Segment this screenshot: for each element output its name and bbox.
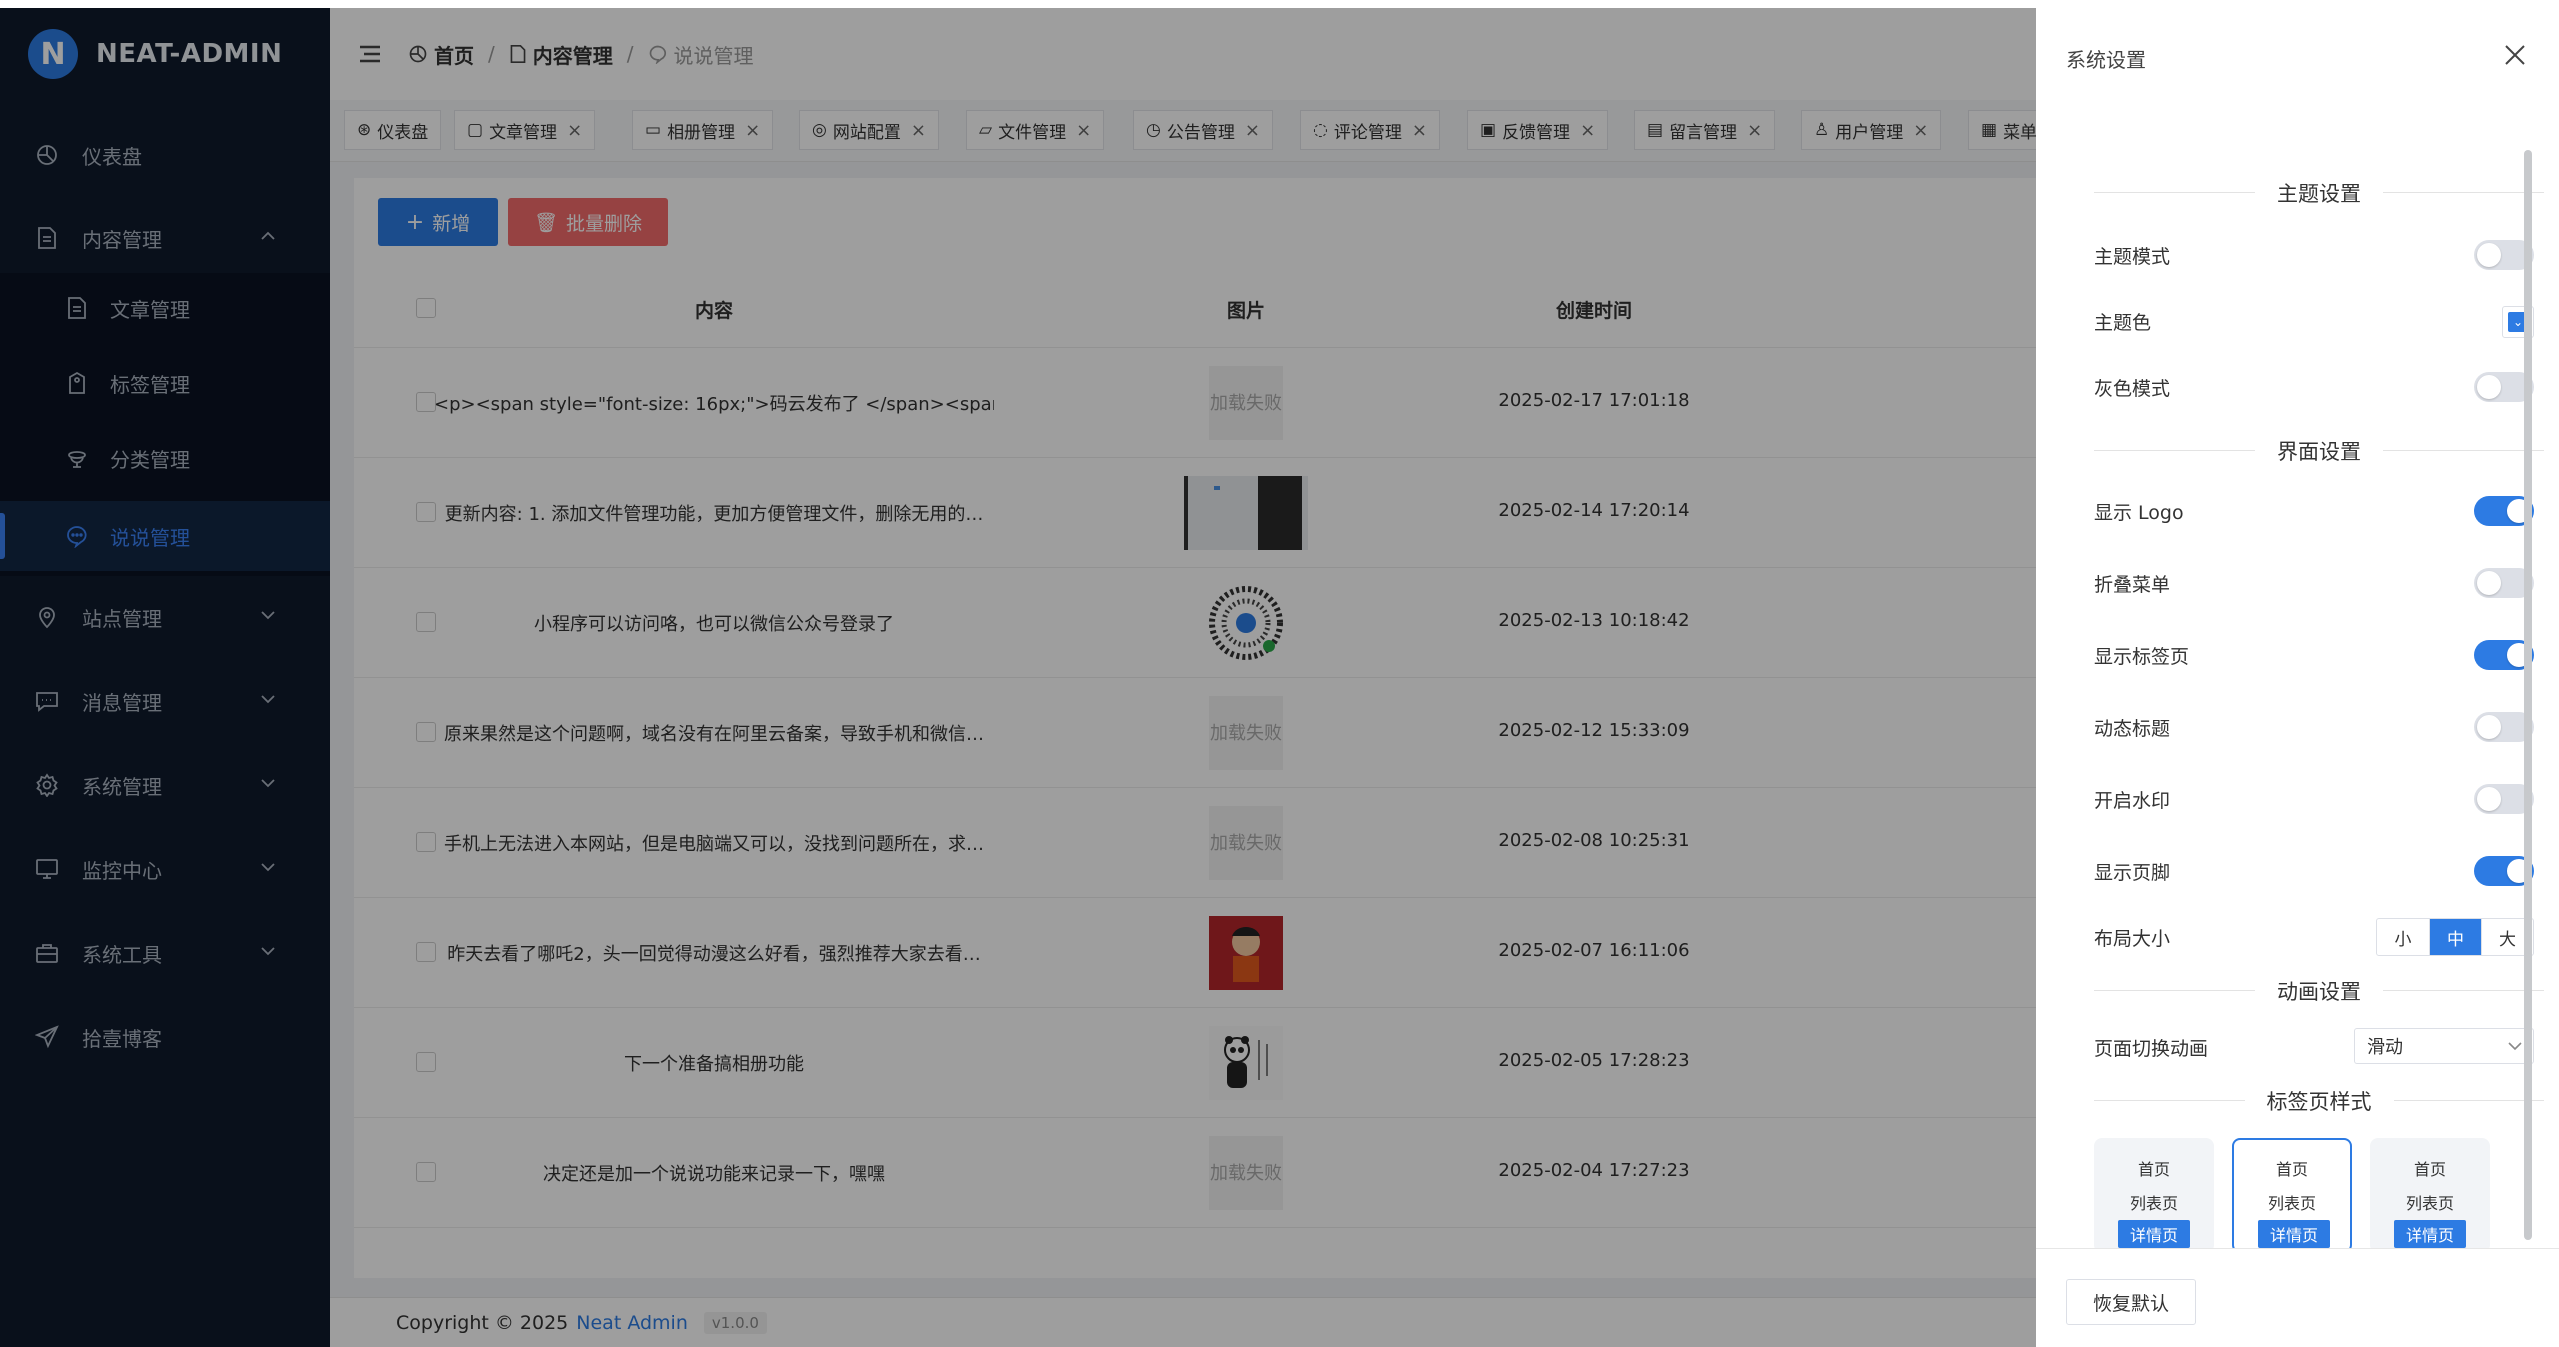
setting-label: 显示页脚 bbox=[2094, 862, 2171, 884]
chevron-down-icon bbox=[2508, 1042, 2522, 1051]
setting-label: 灰色模式 bbox=[2094, 378, 2171, 400]
section-animation: 动画设置 bbox=[2094, 976, 2544, 1006]
tab-style-pill: 详情页 bbox=[2258, 1220, 2330, 1248]
layout-size-medium[interactable]: 中 bbox=[2429, 919, 2481, 955]
setting-label: 开启水印 bbox=[2094, 790, 2171, 812]
section-tabstyle: 标签页样式 bbox=[2094, 1086, 2544, 1116]
setting-label: 页面切换动画 bbox=[2094, 1038, 2209, 1060]
drawer-title: 系统设置 bbox=[2066, 48, 2146, 72]
drawer-scrollbar[interactable] bbox=[2524, 150, 2532, 1240]
tab-style-label: 首页 bbox=[2275, 1160, 2308, 1179]
tab-style-label: 首页 bbox=[2413, 1160, 2446, 1179]
reset-default-button[interactable]: 恢复默认 bbox=[2066, 1279, 2196, 1325]
setting-page-animation: 页面切换动画 滑动 bbox=[2094, 1028, 2534, 1064]
drawer-footer: 恢复默认 bbox=[2036, 1248, 2559, 1347]
tab-style-label: 列表页 bbox=[2405, 1194, 2454, 1213]
setting-layout-size: 布局大小 小 中 大 bbox=[2094, 918, 2534, 956]
tab-style-option-2[interactable]: 首页 列表页 详情页 bbox=[2232, 1138, 2352, 1253]
close-icon[interactable] bbox=[2502, 42, 2528, 68]
setting-show-footer: 显示页脚 bbox=[2094, 852, 2534, 888]
setting-label: 显示 Logo bbox=[2094, 502, 2184, 524]
section-title: 动画设置 bbox=[2255, 980, 2383, 1004]
drawer-mask[interactable] bbox=[0, 8, 2036, 1347]
setting-gray-mode: 灰色模式 bbox=[2094, 368, 2534, 404]
setting-watermark: 开启水印 bbox=[2094, 780, 2534, 816]
setting-theme-color: 主题色 ⌄ bbox=[2094, 302, 2534, 338]
setting-label: 布局大小 bbox=[2094, 928, 2171, 950]
tab-style-label: 列表页 bbox=[2267, 1194, 2316, 1213]
setting-label: 显示标签页 bbox=[2094, 646, 2190, 668]
tab-style-option-3[interactable]: 首页 列表页 详情页 bbox=[2370, 1138, 2490, 1253]
tab-style-option-1[interactable]: 首页 列表页 详情页 bbox=[2094, 1138, 2214, 1253]
setting-theme-mode: 主题模式 bbox=[2094, 236, 2534, 272]
layout-size-segmented: 小 中 大 bbox=[2376, 918, 2534, 956]
page-animation-select[interactable]: 滑动 bbox=[2354, 1028, 2534, 1064]
tab-style-pill: 详情页 bbox=[2394, 1220, 2466, 1248]
section-title: 主题设置 bbox=[2255, 182, 2383, 206]
select-value: 滑动 bbox=[2367, 1037, 2403, 1058]
setting-label: 动态标题 bbox=[2094, 718, 2171, 740]
section-theme: 主题设置 bbox=[2094, 178, 2544, 208]
tab-style-label: 首页 bbox=[2137, 1160, 2170, 1179]
settings-drawer: 系统设置 主题设置 主题模式 主题色 ⌄ 灰色模式 界面设置 显示 Logo 折… bbox=[2036, 8, 2559, 1347]
setting-label: 主题模式 bbox=[2094, 246, 2171, 268]
setting-dynamic-title: 动态标题 bbox=[2094, 708, 2534, 744]
section-title: 标签页样式 bbox=[2244, 1090, 2394, 1114]
setting-show-tabs: 显示标签页 bbox=[2094, 636, 2534, 672]
setting-show-logo: 显示 Logo bbox=[2094, 492, 2534, 528]
section-title: 界面设置 bbox=[2255, 440, 2383, 464]
section-ui: 界面设置 bbox=[2094, 436, 2544, 466]
setting-label: 主题色 bbox=[2094, 312, 2152, 334]
setting-label: 折叠菜单 bbox=[2094, 574, 2171, 596]
layout-size-small[interactable]: 小 bbox=[2377, 919, 2429, 955]
setting-collapse-menu: 折叠菜单 bbox=[2094, 564, 2534, 600]
tab-style-pill: 详情页 bbox=[2118, 1220, 2190, 1248]
top-strip bbox=[0, 0, 2559, 8]
tab-style-label: 列表页 bbox=[2129, 1194, 2178, 1213]
